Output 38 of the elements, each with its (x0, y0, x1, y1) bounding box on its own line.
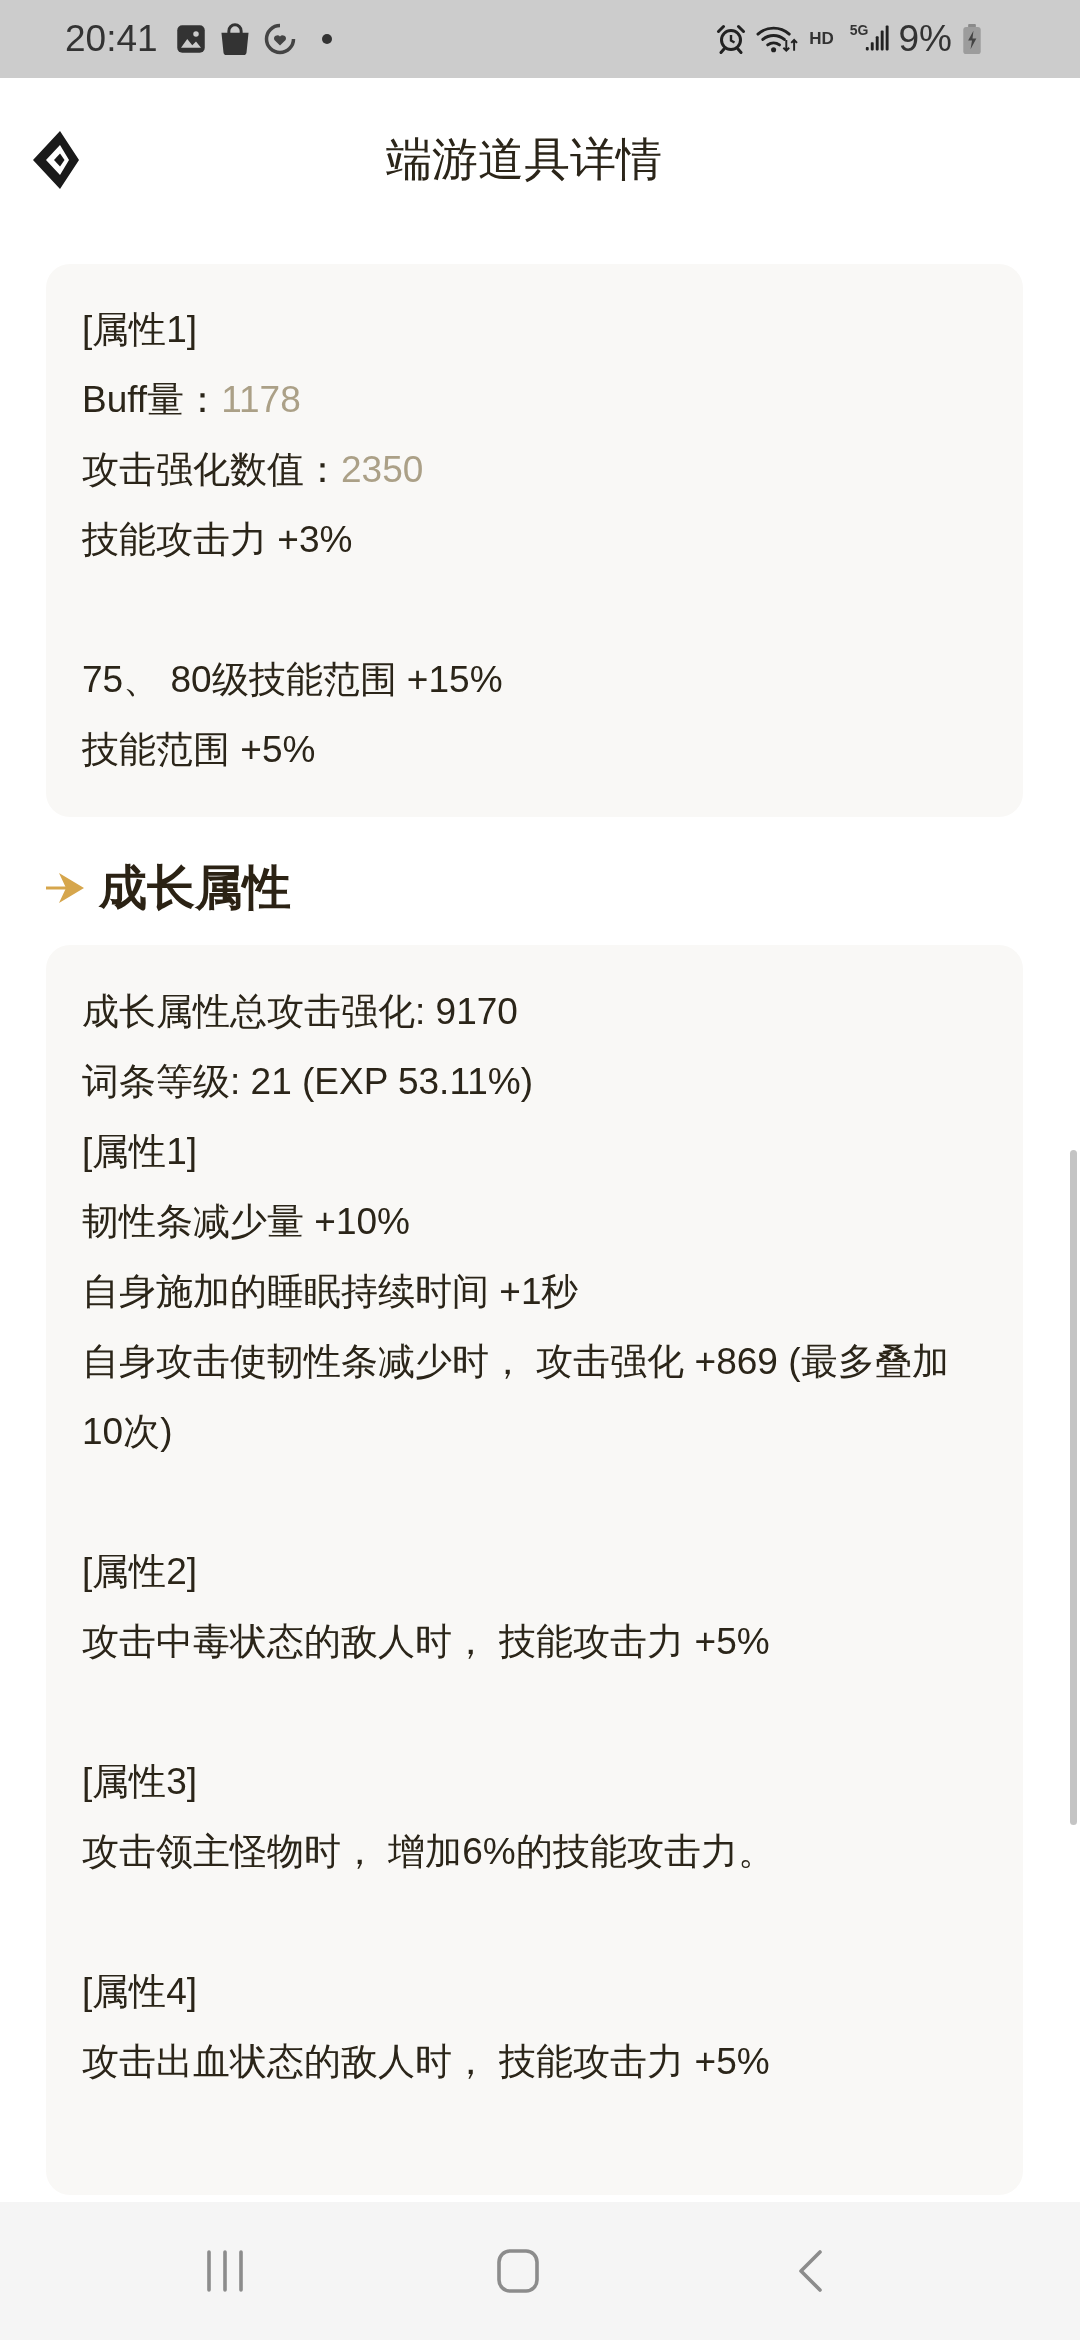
attribute-text: 韧性条减少量 +10% (82, 1200, 410, 1244)
attribute-text: [属性4] (82, 1970, 198, 2014)
image-icon (175, 24, 206, 54)
stat-value: 2350 (341, 449, 424, 490)
stat-label: Buff量： (82, 379, 222, 420)
clock-time: 20:41 (65, 18, 158, 60)
attribute-text: 75、 80级技能范围 +15% (82, 658, 503, 702)
attribute-text: 技能范围 +5% (82, 728, 316, 772)
home-icon[interactable] (497, 2249, 539, 2293)
heart-ring-icon (263, 23, 296, 55)
diamond-logo-icon[interactable] (33, 131, 79, 189)
attribute-text: 成长属性总攻击强化: 9170 (82, 990, 518, 1034)
battery-percent: 9% (898, 18, 952, 60)
attribute-text: 词条等级: 21 (EXP 53.11%) (82, 1060, 534, 1104)
stat-value: 1178 (221, 379, 301, 420)
hd-label: HD (809, 29, 834, 49)
arrow-icon (46, 871, 84, 905)
attribute-text: 技能攻击力 +3% (82, 518, 353, 562)
dot-icon (321, 34, 332, 44)
attribute-text: [属性2] (82, 1550, 198, 1594)
alarm-clock-icon (716, 24, 747, 54)
attribute-text: [属性1] (82, 308, 198, 352)
stat-label: 攻击强化数值： (82, 449, 341, 490)
back-icon[interactable] (798, 2250, 824, 2292)
page-title: 端游道具详情 (385, 132, 662, 187)
attribute-text: [属性1] (82, 1130, 198, 1174)
attribute-text: 自身施加的睡眠持续时间 +1秒 (82, 1270, 579, 1314)
recent-apps-icon[interactable] (206, 2250, 245, 2292)
attribute-text: [属性3] (82, 1760, 198, 1804)
attribute-text: 自身攻击使韧性条减少时， 攻击强化 +869 (最多叠加10次) (82, 1340, 950, 1454)
wifi-icon (756, 24, 800, 54)
battery-icon (962, 23, 982, 55)
shopping-bag-icon (219, 23, 250, 55)
attribute-text: 攻击中毒状态的敌人时， 技能攻击力 +5% (82, 1620, 770, 1664)
attribute-text: 攻击领主怪物时， 增加6%的技能攻击力。 (82, 1830, 775, 1874)
attribute-text: 攻击出血状态的敌人时， 技能攻击力 +5% (82, 2040, 770, 2084)
section-title: 成长属性 (99, 860, 291, 916)
network-type-label: 5G (849, 23, 869, 37)
